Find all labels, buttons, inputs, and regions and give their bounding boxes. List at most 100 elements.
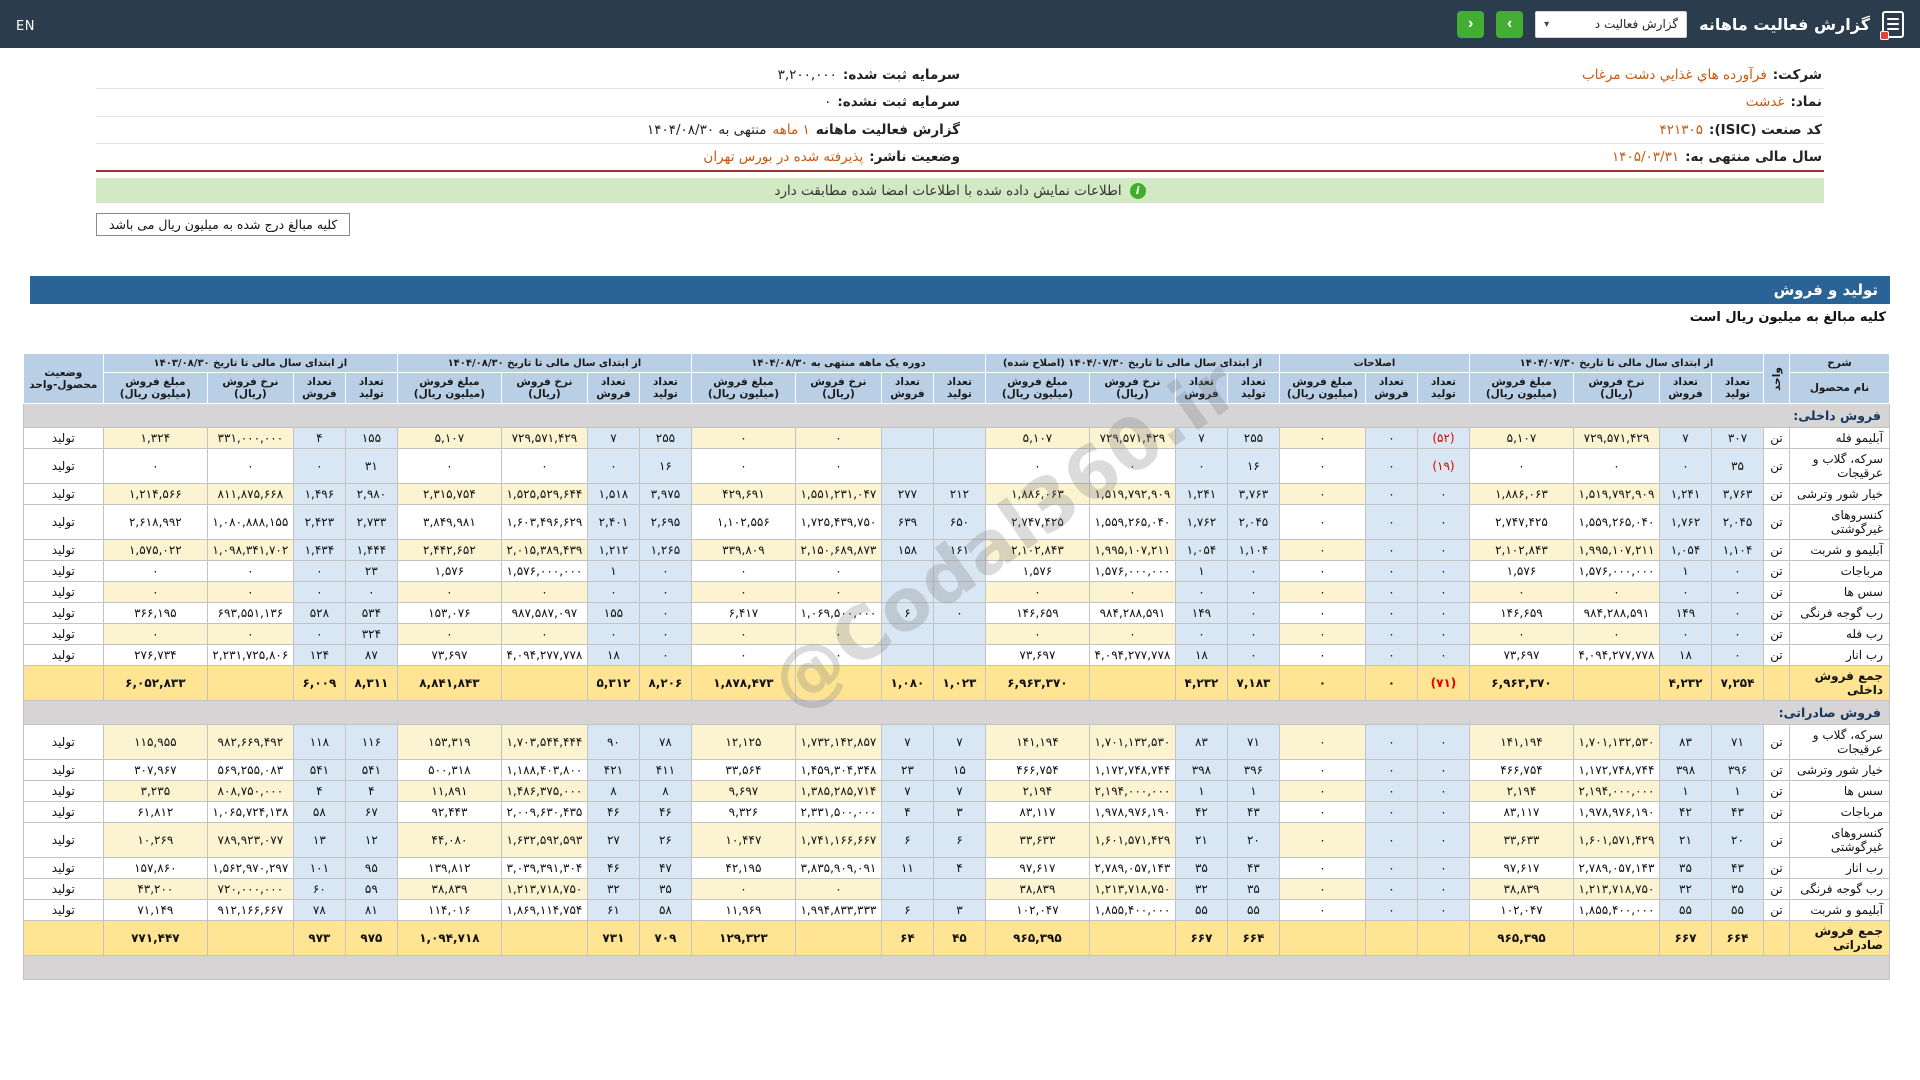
g6-count-sold: ۴ [292,780,346,802]
g6-amount: ۱۵۷,۸۶۰ [102,857,208,879]
g6-count-produced: ۴ [344,780,398,802]
unit: تن [1763,560,1790,582]
g6-rate: ۰ [206,581,294,603]
g3-rate: ۹۸۴,۲۸۸,۵۹۱ [1088,602,1176,624]
g5-rate: ۱,۸۶۹,۱۱۴,۷۵۴ [500,899,588,921]
g3-count-sold: ۱۴۹ [1174,602,1228,624]
g4-amount: ۳۳,۵۶۴ [690,759,796,781]
g1-amount: ۵,۱۰۷ [1468,427,1575,449]
symbol-label: نماد: [1790,94,1822,111]
g1-rate: ۱,۹۹۵,۱۰۷,۲۱۱ [1573,539,1660,561]
isic-label: کد صنعت (ISIC): [1709,121,1822,138]
prev-report-button[interactable]: ‹ [1457,10,1485,38]
g5-amount: ۱,۰۹۴,۷۱۸ [396,920,502,956]
g3-rate: ۰ [1088,581,1176,603]
product-name: رب انار [1789,857,1890,879]
g6-rate: ۸۱۱,۸۷۵,۶۶۸ [206,483,294,505]
adj-amount: ۰ [1278,759,1366,781]
g3-amount: ۲,۷۴۷,۴۲۵ [984,504,1090,540]
report-type-select[interactable]: گزارش فعالیت د ▾ [1535,10,1688,38]
g5-rate: ۰ [500,448,588,484]
g1-count-sold: ۱,۷۶۲ [1659,504,1712,540]
g5-count-sold: ۳۲ [586,878,640,900]
g3-amount: ۸۳,۱۱۷ [984,801,1090,823]
adj-count-sold: ۰ [1364,899,1418,921]
product-name: کنسروهای غیرگوشتی [1789,822,1890,858]
g3-count-sold: ۶۶۷ [1174,920,1228,956]
g6-rate: ۵۶۹,۲۵۵,۰۸۳ [206,759,294,781]
language-toggle[interactable]: EN [16,19,35,34]
next-report-button[interactable]: › [1496,10,1524,38]
g5-count-sold: ۱ [586,560,640,582]
adj-amount: ۰ [1278,665,1366,701]
report-select-value: گزارش فعالیت د [1594,17,1679,31]
adj-amount: ۰ [1278,899,1366,921]
g5-count-produced: ۰ [638,560,692,582]
g5-amount: ۸,۸۴۱,۸۴۳ [396,665,502,701]
g1-count-produced: ۳۵ [1711,448,1764,484]
g3-count-sold: ۱ [1174,780,1228,802]
g3-amount: ۷۳,۶۹۷ [984,644,1090,666]
g4-rate: ۱,۵۵۱,۲۳۱,۰۴۷ [794,483,882,505]
unit: تن [1763,427,1790,449]
g6-rate: ۸۰۸,۷۵۰,۰۰۰ [206,780,294,802]
g1-count-produced: ۶۶۴ [1711,920,1764,956]
g4-count-sold: ۶ [880,602,934,624]
company-field: شرکت: فرآورده هاي غذايي دشت مرغاب [960,65,1822,85]
product-status: تولید [22,801,104,823]
product-row: رب فله تن ۰ ۰ ۰ ۰ ۰ ۰ ۰ ۰ ۰ ۰ ۰ ۰ ۰ ۰ ۰ ۰ ۰ ۳۲۴ ۰ ۰ ۰ تولید [22,623,1890,645]
product-status: تولید [22,581,104,603]
unit: تن [1763,448,1790,484]
company-value: فرآورده هاي غذايي دشت مرغاب [1581,67,1767,83]
g4-count-sold: ۱۱ [880,857,934,879]
g1-amount: ۱۴۱,۱۹۴ [1468,724,1575,760]
g4-amount: ۱,۸۷۸,۴۷۳ [690,665,796,701]
signed-data-banner: i اطلاعات نمایش داده شده با اطلاعات امضا… [96,178,1824,203]
g6-amount: ۱,۲۱۴,۵۶۶ [102,483,208,505]
g4-amount: ۹,۶۹۷ [690,780,796,802]
main-content: تولید و فروش کلیه مبالغ به میلیون ریال ا… [22,276,1891,980]
g1-amount: ۲,۱۰۲,۸۴۳ [1468,539,1575,561]
g4-amount: ۱۲۹,۳۲۳ [690,920,796,956]
adj-count-sold: ۰ [1364,857,1418,879]
header-group-g3: از ابتدای سال مالی تا تاریخ ۱۴۰۴/۰۷/۳۰ (… [984,353,1280,373]
adj-count-sold: ۰ [1364,623,1418,645]
capital-registered-field: سرمایه ثبت شده: ۳,۲۰۰,۰۰۰ [98,65,960,85]
header-count-produced: تعداد تولید [1416,372,1470,404]
g4-rate: ۲,۳۳۱,۵۰۰,۰۰۰ [794,801,882,823]
g3-count-sold: ۱ [1174,560,1228,582]
header-amount: مبلغ فروش (میلیون ریال) [690,372,796,404]
capital-unregistered-label: سرمایه ثبت نشده: [837,94,960,111]
g6-rate: ۷۲۰,۰۰۰,۰۰۰ [206,878,294,900]
header-count-produced: تعداد تولید [344,372,398,404]
product-row: رب گوجه فرنگی تن ۰ ۱۴۹ ۹۸۴,۲۸۸,۵۹۱ ۱۴۶,۶۵۹ ۰ ۰ ۰… [22,602,1890,624]
g4-count-sold [880,448,934,484]
g5-count-sold: ۱,۵۱۸ [586,483,640,505]
g4-amount: ۴۲۹,۶۹۱ [690,483,796,505]
g3-count-sold: ۱,۰۵۴ [1174,539,1228,561]
g3-rate [1088,920,1176,956]
capital-registered-label: سرمایه ثبت شده: [842,67,960,83]
issuer-status-label: وضعیت ناشر: [869,148,960,165]
g3-amount: ۱۴۱,۱۹۴ [984,724,1090,760]
isic-value: ۴۲۱۳۰۵ [1659,121,1704,138]
g5-rate: ۱,۶۰۳,۴۹۶,۶۲۹ [500,504,588,540]
section-title: تولید و فروش [30,276,1890,304]
g4-rate: ۰ [794,427,882,449]
header-rate: نرخ فروش (ریال) [206,372,294,404]
unit: تن [1763,759,1790,781]
header-group-g5: از ابتدای سال مالی تا تاریخ ۱۴۰۴/۰۸/۳۰ [396,353,692,373]
g5-rate: ۷۲۹,۵۷۱,۴۲۹ [500,427,588,449]
product-name: جمع فروش داخلی [1789,665,1890,701]
g6-rate: ۱,۰۹۸,۳۴۱,۷۰۲ [206,539,294,561]
g3-amount: ۴۶۶,۷۵۴ [984,759,1090,781]
product-status: تولید [22,878,104,900]
g3-count-produced: ۵۵ [1226,899,1280,921]
g3-rate: ۱,۹۷۸,۹۷۶,۱۹۰ [1088,801,1176,823]
report-badge-icon [1880,30,1889,40]
g1-rate: ۰ [1573,448,1660,484]
adj-count-produced: ۰ [1416,581,1470,603]
g1-count-sold: ۱ [1659,560,1712,582]
header-rate: نرخ فروش (ریال) [500,372,588,404]
g3-count-produced: ۱,۱۰۴ [1226,539,1280,561]
